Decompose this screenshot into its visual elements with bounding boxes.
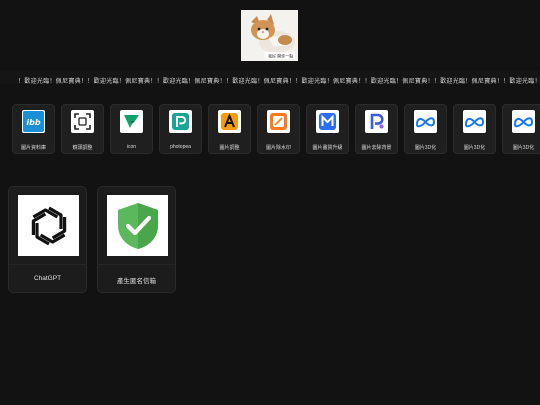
scan-icon (71, 110, 94, 133)
meta-icon (414, 110, 437, 133)
tool-label: photopea (170, 144, 191, 150)
page: 我好 開你一點 ！歡迎光臨！佩尼寶典！！歡迎光臨！佩尼寶典！！歡迎光臨！佩尼寶典… (0, 0, 540, 405)
meta-icon (463, 110, 486, 133)
openai-icon (18, 195, 79, 256)
tool-card-lens-adjust[interactable]: 鏡頭調整 (61, 104, 104, 154)
marquee-text: ！歡迎光臨！佩尼寶典！！歡迎光臨！佩尼寶典！！歡迎光臨！佩尼寶典！！歡迎光臨！佩… (18, 79, 540, 84)
shield-check-icon (107, 195, 168, 256)
tool-label: 圖片3D化 (512, 145, 535, 151)
m-logo-icon (316, 110, 339, 133)
tool-card-icon[interactable]: icon (110, 104, 153, 154)
header-cat-image: 我好 開你一點 (241, 10, 298, 61)
tool-card-3d-1[interactable]: 圖片3D化 (404, 104, 447, 154)
tool-card-image-library[interactable]: ibb 圖片資料庫 (12, 104, 55, 154)
ibb-icon: ibb (22, 110, 45, 133)
watermark-remove-icon (267, 110, 290, 133)
tool-label: 圖片除水印 (265, 145, 291, 151)
card-label: 產生匿名信箱 (117, 278, 156, 285)
p-logo-icon (365, 110, 388, 133)
tool-label: 圖片調整 (219, 145, 240, 151)
tool-label: icon (126, 144, 137, 150)
tool-row: ibb 圖片資料庫 鏡頭調整 icon photopea 圖片調整 圖片除水印 … (12, 104, 540, 156)
tool-label: 圖片3D化 (414, 145, 437, 151)
photopea-icon (169, 110, 192, 133)
tool-label: 圖片3D化 (463, 145, 486, 151)
svg-text:ibb: ibb (26, 118, 40, 127)
tool-card-photopea[interactable]: photopea (159, 104, 202, 154)
tool-label: 圖片資料庫 (20, 145, 46, 151)
tool-card-bg-remove[interactable]: 圖片去除背景 (355, 104, 398, 154)
tool-label: 圖片畫質升級 (312, 145, 343, 151)
tool-card-watermark-remove[interactable]: 圖片除水印 (257, 104, 300, 154)
tool-card-3d-3[interactable]: 圖片3D化 (502, 104, 540, 154)
card-chatgpt[interactable]: ChatGPT (8, 186, 87, 293)
a-letter-icon (218, 110, 241, 133)
tool-label: 鏡頭調整 (72, 145, 93, 151)
card-label: ChatGPT (33, 275, 62, 282)
tool-card-3d-2[interactable]: 圖片3D化 (453, 104, 496, 154)
tool-card-upscale[interactable]: 圖片畫質升級 (306, 104, 349, 154)
welcome-marquee: ！歡迎光臨！佩尼寶典！！歡迎光臨！佩尼寶典！！歡迎光臨！佩尼寶典！！歡迎光臨！佩… (0, 70, 540, 84)
vector-v-icon (120, 110, 143, 133)
card-divider (98, 264, 175, 265)
card-anonymous-email[interactable]: 產生匿名信箱 (97, 186, 176, 293)
card-divider (9, 264, 86, 265)
cat-illustration: 我好 開你一點 (241, 10, 298, 61)
meta-icon (512, 110, 535, 133)
tool-label: 圖片去除背景 (361, 145, 392, 151)
tool-card-image-adjust[interactable]: 圖片調整 (208, 104, 251, 154)
logo-caption: 我好 開你一點 (268, 53, 293, 59)
